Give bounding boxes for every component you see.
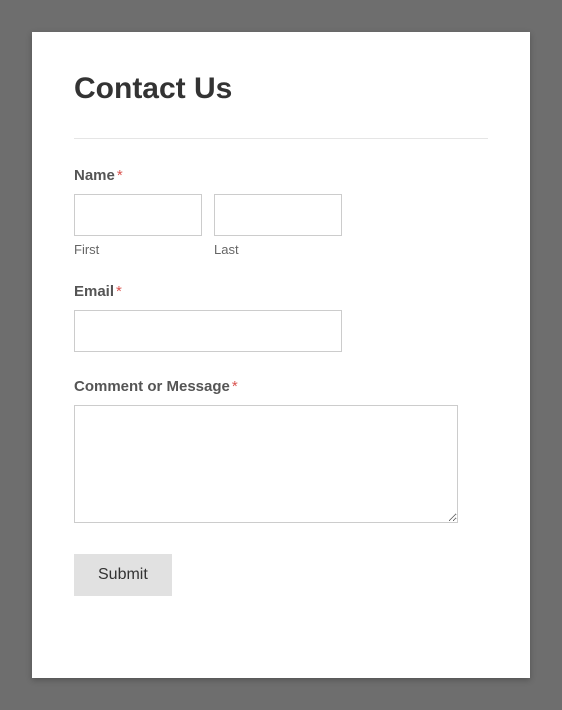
message-textarea[interactable] — [74, 405, 458, 523]
first-name-sublabel: First — [74, 242, 202, 257]
message-field-group: Comment or Message* — [74, 378, 488, 528]
message-label-text: Comment or Message — [74, 378, 230, 395]
name-row: First Last — [74, 194, 488, 257]
required-marker: * — [117, 167, 123, 184]
email-label: Email* — [74, 283, 488, 300]
submit-button[interactable]: Submit — [74, 554, 172, 596]
contact-form-card: Contact Us Name* First Last Email* Comme… — [32, 32, 530, 678]
email-field-group: Email* — [74, 283, 488, 352]
email-input[interactable] — [74, 310, 342, 352]
last-name-sublabel: Last — [214, 242, 342, 257]
first-name-column: First — [74, 194, 202, 257]
last-name-input[interactable] — [214, 194, 342, 236]
name-label: Name* — [74, 167, 488, 184]
name-label-text: Name — [74, 167, 115, 184]
page-title: Contact Us — [74, 72, 488, 106]
divider — [74, 138, 488, 139]
email-label-text: Email — [74, 283, 114, 300]
last-name-column: Last — [214, 194, 342, 257]
required-marker: * — [232, 378, 238, 395]
name-field-group: Name* First Last — [74, 167, 488, 257]
required-marker: * — [116, 283, 122, 300]
message-label: Comment or Message* — [74, 378, 488, 395]
first-name-input[interactable] — [74, 194, 202, 236]
